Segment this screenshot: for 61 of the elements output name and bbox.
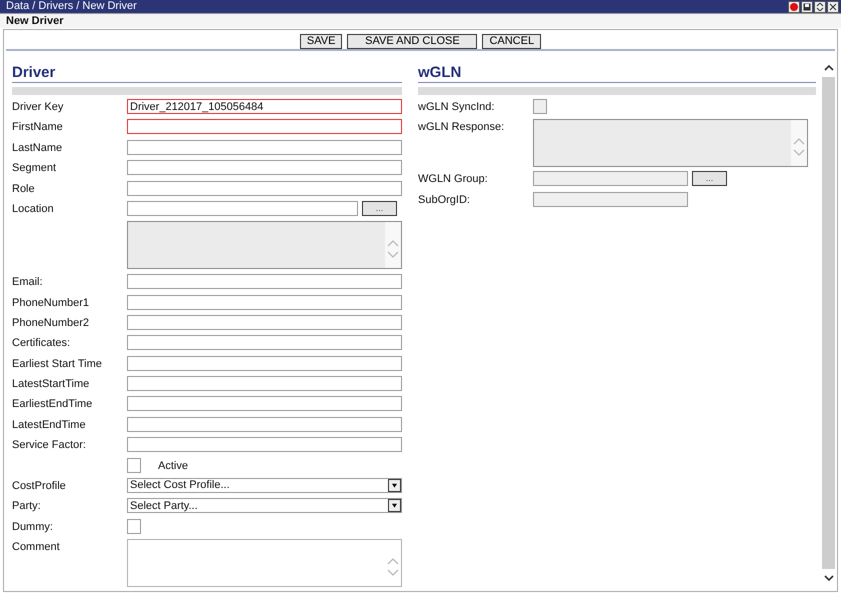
field-label: LatestStartTime xyxy=(12,377,90,390)
text-field[interactable] xyxy=(127,160,402,176)
text-field[interactable] xyxy=(127,180,402,196)
field-label: Segment xyxy=(12,161,58,174)
window-title: Data / Drivers / New Driver xyxy=(6,0,137,13)
field-label: Dummy: xyxy=(12,520,54,533)
field-label: Role xyxy=(12,182,36,194)
field-label: SubOrgID: xyxy=(418,192,471,206)
field-label: wGLN Response: xyxy=(418,120,506,134)
dropdown[interactable]: Select Party... xyxy=(127,498,402,514)
text-field[interactable] xyxy=(127,376,402,392)
field-label: Driver Key xyxy=(12,100,64,113)
section-title: wGLN xyxy=(418,65,816,83)
browse-button[interactable]: ... xyxy=(362,200,397,216)
toolbar-button[interactable]: SAVE AND CLOSE xyxy=(347,34,478,48)
scroll-arrows-icon xyxy=(791,120,807,166)
field-label: wGLN SyncInd: xyxy=(418,100,496,113)
field-label: CostProfile xyxy=(12,478,67,492)
record-icon[interactable] xyxy=(788,0,800,12)
field-label: PhoneNumber1 xyxy=(12,296,90,309)
text-field[interactable] xyxy=(127,396,402,412)
text-field[interactable] xyxy=(127,294,402,310)
field-label: Location xyxy=(12,202,55,215)
scroll-up-icon[interactable] xyxy=(822,63,834,73)
scroll-arrows-icon xyxy=(385,222,401,268)
field-label: LastName xyxy=(12,140,64,154)
field-label: FirstName xyxy=(12,120,64,134)
close-icon[interactable] xyxy=(827,0,839,12)
text-field[interactable] xyxy=(127,437,402,452)
text-field[interactable] xyxy=(127,314,402,330)
restore-icon[interactable] xyxy=(814,0,826,12)
text-field[interactable] xyxy=(127,200,358,216)
page-title: New Driver xyxy=(0,14,841,28)
field-label: EarliestEndTime xyxy=(12,397,94,410)
field-label: Comment xyxy=(12,540,61,554)
text-field[interactable] xyxy=(127,274,402,290)
checkbox[interactable] xyxy=(127,458,141,473)
checkbox[interactable] xyxy=(127,518,141,534)
text-field[interactable] xyxy=(127,335,402,350)
text-field[interactable] xyxy=(127,416,402,432)
field-label: Party: xyxy=(12,499,42,512)
save-icon[interactable] xyxy=(801,0,813,12)
field-label: Certificates: xyxy=(12,336,72,350)
toolbar-button[interactable]: SAVE xyxy=(300,34,342,48)
dropdown[interactable]: Select Cost Profile... xyxy=(127,478,402,493)
text-field[interactable] xyxy=(127,119,402,134)
field-label: Service Factor: xyxy=(12,438,87,452)
text-field[interactable]: Driver_212017_105056484 xyxy=(127,99,402,114)
field-label: Earliest Start Time xyxy=(12,356,103,370)
field-label: WGLN Group: xyxy=(418,172,489,186)
field-label: PhoneNumber2 xyxy=(12,316,90,329)
scroll-down-icon[interactable] xyxy=(822,573,834,583)
field-label: Email: xyxy=(12,275,44,288)
text-area[interactable] xyxy=(127,539,402,588)
text-field[interactable] xyxy=(127,140,402,155)
field-label: LatestEndTime xyxy=(12,418,87,431)
toolbar-button[interactable]: CANCEL xyxy=(482,34,542,48)
text-field[interactable] xyxy=(127,356,402,371)
section-title: Driver xyxy=(12,65,402,83)
scrollbar[interactable] xyxy=(822,63,835,583)
checkbox-label: Active xyxy=(158,458,188,472)
